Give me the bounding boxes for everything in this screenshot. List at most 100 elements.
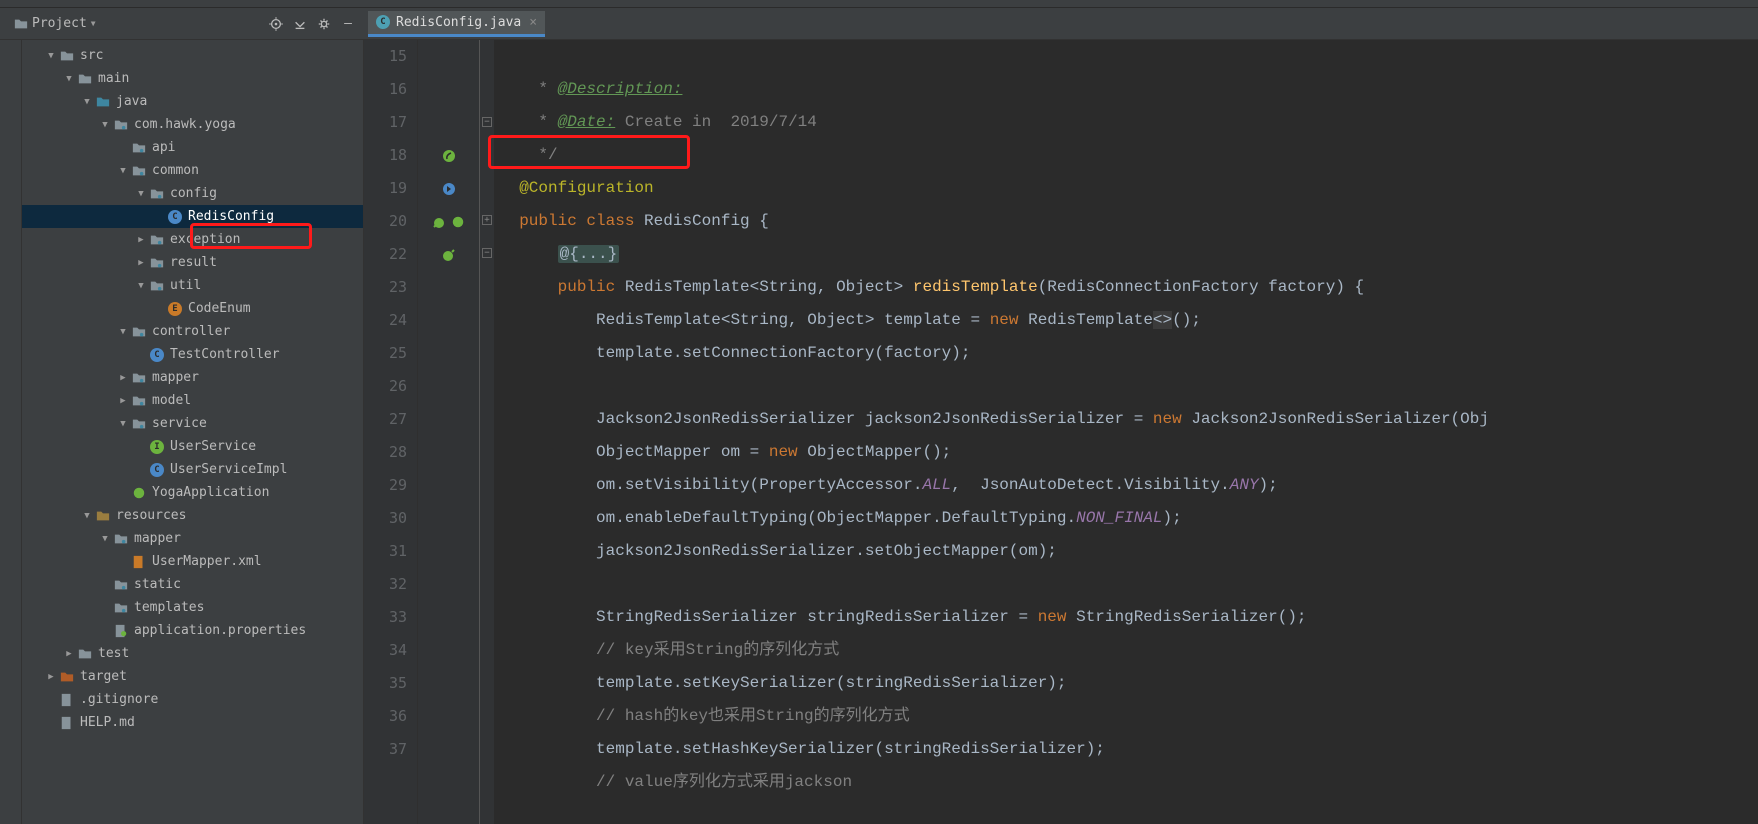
- line-number: 36: [364, 700, 407, 733]
- tree-item-static[interactable]: static: [22, 573, 363, 596]
- tree-arrow-icon[interactable]: [62, 649, 76, 659]
- tree-item-exception[interactable]: exception: [22, 228, 363, 251]
- tree-item-resources[interactable]: resources: [22, 504, 363, 527]
- code-line: template.setConnectionFactory(factory);: [500, 344, 970, 362]
- tree-arrow-icon[interactable]: [80, 511, 94, 521]
- package-icon: [112, 601, 130, 615]
- tree-item-result[interactable]: result: [22, 251, 363, 274]
- tree-label: src: [80, 48, 103, 63]
- tree-item--gitignore[interactable]: .gitignore: [22, 688, 363, 711]
- project-tree-panel[interactable]: srcmainjavacom.hawk.yogaapicommonconfigC…: [22, 40, 364, 824]
- fold-marker-expand[interactable]: +: [482, 215, 492, 225]
- hide-icon[interactable]: —: [340, 16, 356, 32]
- package-icon: [148, 187, 166, 201]
- tree-item-controller[interactable]: controller: [22, 320, 363, 343]
- tree-arrow-icon[interactable]: [116, 327, 130, 337]
- code-line: // value序列化方式采用jackson: [500, 773, 852, 791]
- xml-icon: [130, 555, 148, 569]
- code-line: jackson2JsonRedisSerializer.setObjectMap…: [500, 542, 1057, 560]
- tree-arrow-icon[interactable]: [116, 166, 130, 176]
- tree-label: main: [98, 71, 129, 86]
- tree-label: java: [116, 94, 147, 109]
- close-icon[interactable]: ×: [527, 15, 537, 30]
- line-number: 30: [364, 502, 407, 535]
- tree-arrow-icon[interactable]: [134, 189, 148, 199]
- tree-item-testcontroller[interactable]: CTestController: [22, 343, 363, 366]
- bean-usage-icon[interactable]: [432, 214, 448, 230]
- line-number: 29: [364, 469, 407, 502]
- tree-arrow-icon[interactable]: [116, 419, 130, 429]
- locate-icon[interactable]: [268, 16, 284, 32]
- java-class-icon: C: [376, 15, 390, 29]
- tree-item-application-properties[interactable]: application.properties: [22, 619, 363, 642]
- code-line: om.setVisibility(PropertyAccessor.ALL, J…: [500, 476, 1278, 494]
- tree-item-api[interactable]: api: [22, 136, 363, 159]
- spring-bean-icon[interactable]: [441, 148, 457, 164]
- line-number: 23: [364, 271, 407, 304]
- package-icon: [148, 233, 166, 247]
- tree-label: YogaApplication: [152, 485, 269, 500]
- tree-item-test[interactable]: test: [22, 642, 363, 665]
- tree-item-mapper[interactable]: mapper: [22, 527, 363, 550]
- tree-item-service[interactable]: service: [22, 412, 363, 435]
- tree-item-usermapper-xml[interactable]: UserMapper.xml: [22, 550, 363, 573]
- code-line: public class RedisConfig {: [500, 212, 769, 230]
- tree-label: target: [80, 669, 127, 684]
- code-line: @{...}: [500, 245, 619, 263]
- package-icon: [112, 532, 130, 546]
- tree-item-templates[interactable]: templates: [22, 596, 363, 619]
- code-editor[interactable]: 1516171819202223242526272829303132333435…: [364, 40, 1758, 824]
- fold-marker[interactable]: −: [482, 117, 492, 127]
- tree-item-model[interactable]: model: [22, 389, 363, 412]
- nav-icon[interactable]: [441, 181, 457, 197]
- tree-arrow-icon[interactable]: [134, 235, 148, 245]
- tree-item-common[interactable]: common: [22, 159, 363, 182]
- editor-tab-redisconfig[interactable]: C RedisConfig.java ×: [368, 11, 545, 37]
- tree-item-util[interactable]: util: [22, 274, 363, 297]
- tree-item-target[interactable]: target: [22, 665, 363, 688]
- line-number: 19: [364, 172, 407, 205]
- package-icon: [130, 164, 148, 178]
- tree-item-userservice[interactable]: IUserService: [22, 435, 363, 458]
- tree-arrow-icon[interactable]: [116, 396, 130, 406]
- file-icon: [58, 693, 76, 707]
- project-tool-window-button[interactable]: Project ▼: [8, 14, 102, 33]
- code-line: template.setHashKeySerializer(stringRedi…: [500, 740, 1105, 758]
- spring-leaf-icon[interactable]: [450, 214, 466, 230]
- package-icon: [112, 578, 130, 592]
- bean-method-icon[interactable]: [441, 247, 457, 263]
- tree-arrow-icon[interactable]: [80, 97, 94, 107]
- tree-arrow-icon[interactable]: [134, 281, 148, 291]
- tree-arrow-icon[interactable]: [44, 51, 58, 61]
- tree-label: UserService: [170, 439, 256, 454]
- code-line: [500, 575, 510, 593]
- tree-item-java[interactable]: java: [22, 90, 363, 113]
- gear-icon[interactable]: [316, 16, 332, 32]
- tree-arrow-icon[interactable]: [116, 373, 130, 383]
- tree-arrow-icon[interactable]: [98, 534, 112, 544]
- tree-arrow-icon[interactable]: [62, 74, 76, 84]
- tree-item-com-hawk-yoga[interactable]: com.hawk.yoga: [22, 113, 363, 136]
- tree-label: HELP.md: [80, 715, 135, 730]
- code-content[interactable]: * @Description: * @Date: Create in 2019/…: [494, 40, 1758, 824]
- fold-marker[interactable]: −: [482, 248, 492, 258]
- tree-arrow-icon[interactable]: [134, 258, 148, 268]
- tree-item-help-md[interactable]: HELP.md: [22, 711, 363, 734]
- tree-item-yogaapplication[interactable]: YogaApplication: [22, 481, 363, 504]
- tree-arrow-icon[interactable]: [44, 672, 58, 682]
- tree-item-main[interactable]: main: [22, 67, 363, 90]
- tree-item-mapper[interactable]: mapper: [22, 366, 363, 389]
- tree-item-redisconfig[interactable]: CRedisConfig: [22, 205, 363, 228]
- tree-item-codeenum[interactable]: E CodeEnum: [22, 297, 363, 320]
- tree-item-config[interactable]: config: [22, 182, 363, 205]
- tree-item-src[interactable]: src: [22, 44, 363, 67]
- tree-label: CodeEnum: [188, 301, 251, 316]
- package-icon: [148, 256, 166, 270]
- line-number: 22: [364, 238, 407, 271]
- tree-arrow-icon[interactable]: [98, 120, 112, 130]
- tree-item-userserviceimpl[interactable]: CUserServiceImpl: [22, 458, 363, 481]
- tree-label: mapper: [152, 370, 199, 385]
- code-line: StringRedisSerializer stringRedisSeriali…: [500, 608, 1307, 626]
- enum-icon: E: [166, 302, 184, 316]
- expand-icon[interactable]: [292, 16, 308, 32]
